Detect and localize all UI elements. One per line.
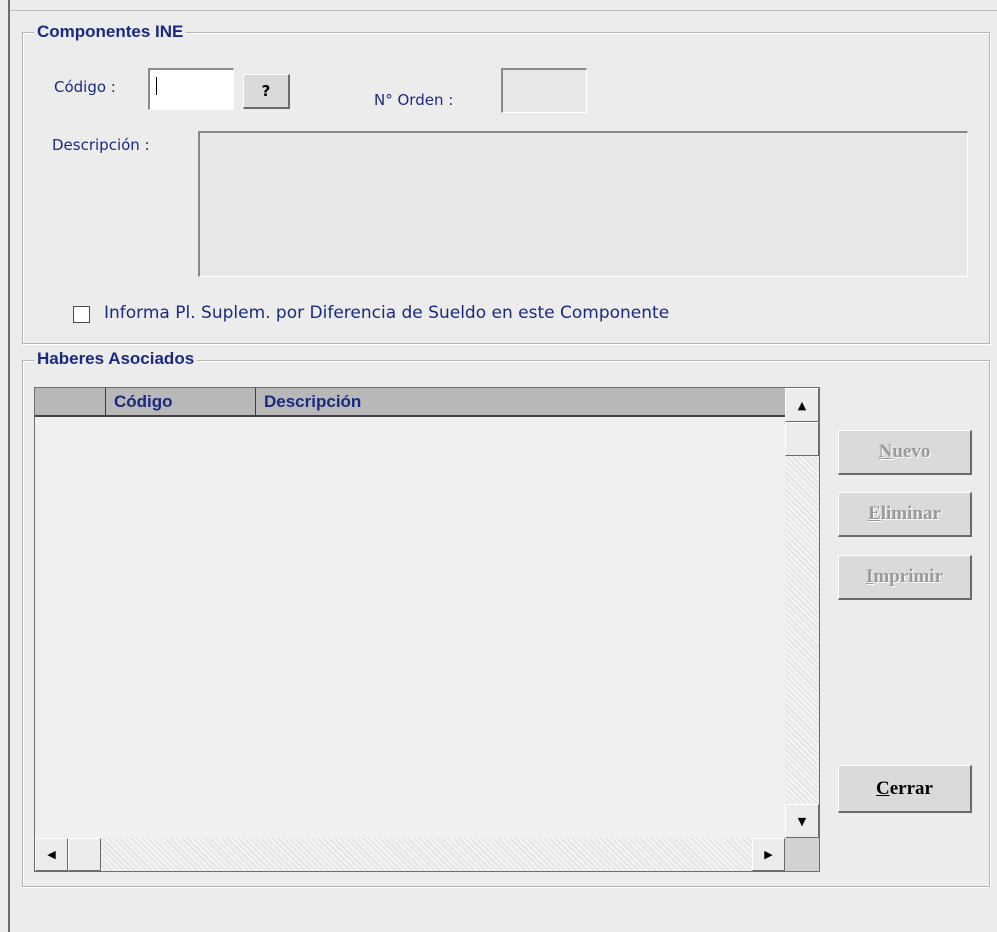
left-arrow-icon[interactable]: ◀ xyxy=(35,838,68,871)
imprimir-button[interactable]: Imprimir xyxy=(838,555,972,600)
window-left-border xyxy=(0,0,10,932)
codigo-lookup-button[interactable]: ? xyxy=(243,74,290,109)
eliminar-accel: E xyxy=(868,503,881,524)
cerrar-button[interactable]: Cerrar xyxy=(838,765,972,813)
nuevo-accel: N xyxy=(878,441,893,462)
haberes-grid[interactable]: Código Descripción ▲ ▼ ◀ ▶ xyxy=(34,387,820,872)
codigo-label: Código : xyxy=(54,78,116,96)
eliminar-label: liminar xyxy=(880,503,941,524)
horizontal-scroll-thumb[interactable] xyxy=(68,838,101,871)
grid-header-codigo[interactable]: Código xyxy=(106,388,256,415)
informa-checkbox-label[interactable]: Informa Pl. Suplem. por Diferencia de Su… xyxy=(104,303,669,323)
nuevo-button[interactable]: Nuevo xyxy=(838,430,972,475)
vertical-scrollbar[interactable]: ▲ ▼ xyxy=(785,388,819,838)
window: Componentes INE Código : ? N° Orden : De… xyxy=(0,0,997,932)
imprimir-label: mprimir xyxy=(873,566,944,587)
descripcion-label: Descripción : xyxy=(52,136,150,154)
codigo-input[interactable] xyxy=(148,68,234,110)
down-arrow-icon[interactable]: ▼ xyxy=(785,804,819,838)
horizontal-scrollbar[interactable]: ◀ ▶ xyxy=(35,838,785,871)
haberes-group-title: Haberes Asociados xyxy=(34,349,198,369)
window-top-border xyxy=(10,0,997,11)
grid-header-selector[interactable] xyxy=(35,388,106,415)
up-arrow-icon[interactable]: ▲ xyxy=(785,388,819,422)
descripcion-textarea[interactable] xyxy=(198,131,968,277)
text-caret xyxy=(156,77,157,95)
right-arrow-icon[interactable]: ▶ xyxy=(752,838,785,871)
grid-header: Código Descripción xyxy=(35,388,785,417)
imprimir-accel: I xyxy=(865,566,874,587)
componentes-group-title: Componentes INE xyxy=(34,22,187,42)
orden-input[interactable] xyxy=(501,68,587,113)
cerrar-label: errar xyxy=(889,777,933,799)
grid-header-descripcion[interactable]: Descripción xyxy=(256,388,785,415)
informa-checkbox[interactable] xyxy=(73,306,90,323)
nuevo-label: uevo xyxy=(892,441,931,462)
cerrar-accel: C xyxy=(876,777,890,799)
eliminar-button[interactable]: Eliminar xyxy=(838,492,972,537)
scrollbar-corner xyxy=(785,838,819,871)
orden-label: N° Orden : xyxy=(374,91,454,109)
vertical-scroll-thumb[interactable] xyxy=(785,422,819,456)
